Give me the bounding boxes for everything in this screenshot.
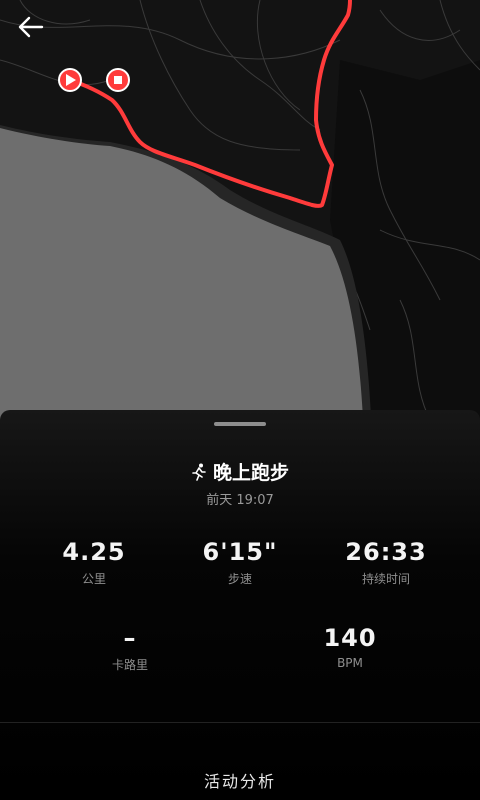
back-button[interactable] xyxy=(18,16,54,48)
stat-calories: – 卡路里 xyxy=(50,624,210,673)
stat-heart-rate: 140 BPM xyxy=(270,624,430,670)
activity-analysis-button[interactable]: 活动分析 xyxy=(0,768,480,792)
end-marker[interactable] xyxy=(106,68,130,92)
running-person-icon xyxy=(192,463,206,481)
stat-label: BPM xyxy=(337,656,363,670)
stat-value: 4.25 xyxy=(62,538,126,566)
activity-header: 晚上跑步 xyxy=(0,458,480,485)
stop-icon xyxy=(114,76,122,84)
stat-value: 26:33 xyxy=(345,538,427,566)
arrow-left-icon xyxy=(18,16,44,38)
route-map[interactable] xyxy=(0,0,480,440)
stat-label: 卡路里 xyxy=(111,658,148,672)
drag-handle[interactable] xyxy=(214,422,266,426)
stat-label: 持续时间 xyxy=(361,572,410,586)
map-canvas xyxy=(0,0,480,440)
activity-title: 晚上跑步 xyxy=(212,462,289,484)
stat-duration: 26:33 持续时间 xyxy=(306,538,466,587)
stat-pace: 6'15" 步速 xyxy=(160,538,320,587)
activity-time: 前天 19:07 xyxy=(206,493,274,508)
activity-sheet: 晚上跑步 前天 19:07 4.25 公里 6'15" 步速 26:33 持续时… xyxy=(0,410,480,800)
stat-label: 步速 xyxy=(227,572,252,586)
stat-value: 6'15" xyxy=(202,538,278,566)
water-body xyxy=(0,128,364,440)
stat-value: 140 xyxy=(323,624,377,652)
start-marker[interactable] xyxy=(58,68,82,92)
stat-distance: 4.25 公里 xyxy=(14,538,174,587)
stat-label: 公里 xyxy=(81,572,106,586)
divider xyxy=(0,722,480,723)
stat-value: – xyxy=(123,624,137,652)
